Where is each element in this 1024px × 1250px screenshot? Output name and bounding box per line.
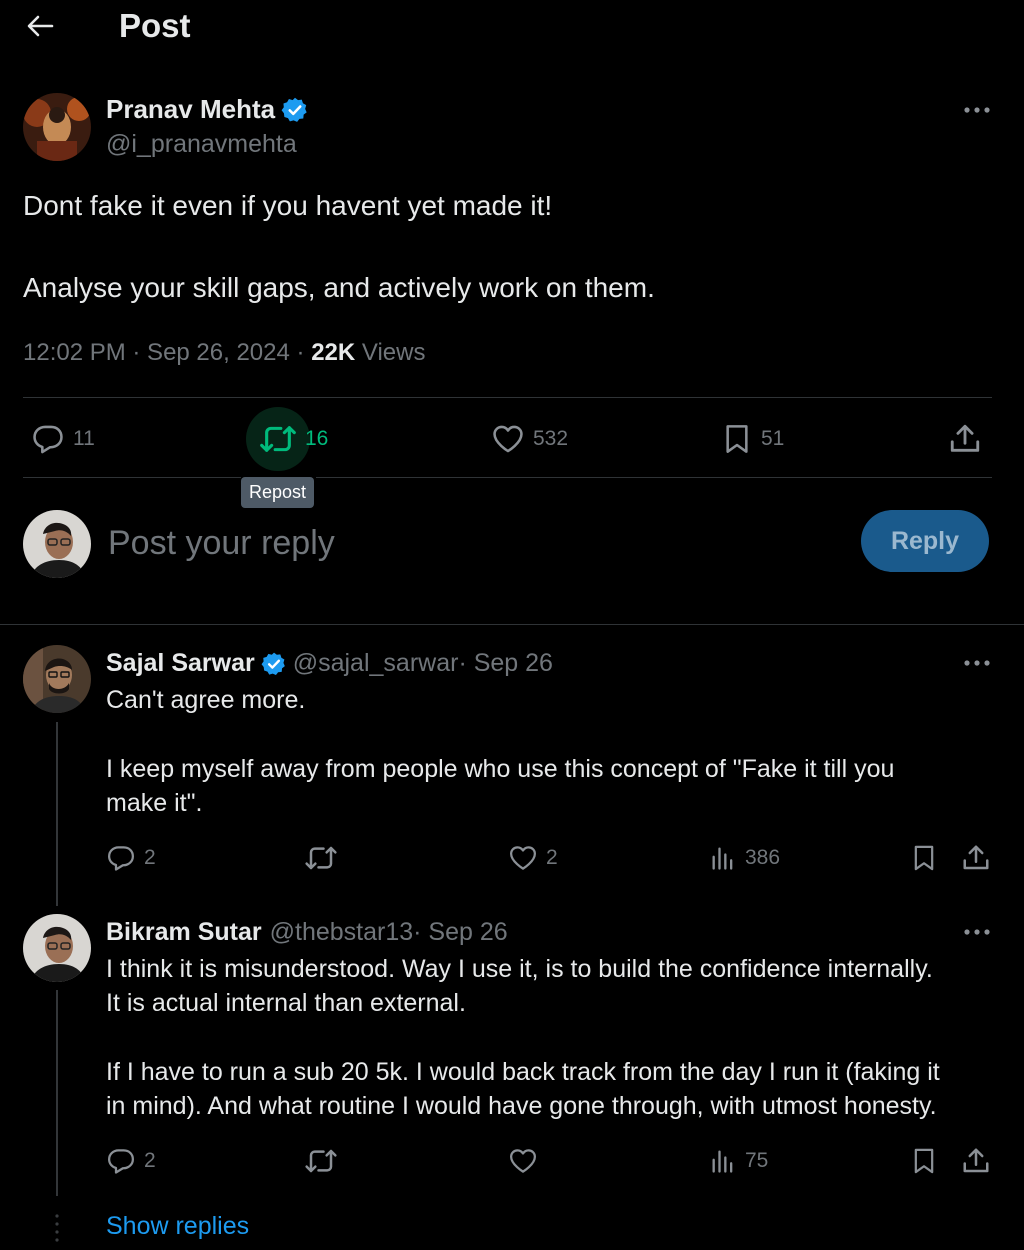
like-count: 532 [533, 427, 569, 450]
verified-badge-icon [261, 652, 285, 675]
views-count: 75 [745, 1149, 769, 1172]
reply-avatar-image [23, 645, 91, 713]
reply-count: 2 [144, 1149, 156, 1172]
reply-text-line: If I have to run a sub 20 5k. I would ba… [106, 1058, 940, 1086]
bookmark-action[interactable]: 51 [721, 422, 784, 456]
bookmark-icon [726, 425, 748, 453]
reply-views-action[interactable]: 386 [709, 843, 780, 873]
more-options-button[interactable] [960, 98, 994, 122]
reply-date[interactable]: · Sep 26 [413, 918, 508, 947]
reply-text-line: It is actual internal than external. [106, 989, 466, 1017]
reply-more-button[interactable] [960, 651, 994, 675]
reply-share-action[interactable] [961, 1146, 991, 1176]
views-count: 22K [311, 339, 356, 366]
heart-icon [510, 846, 536, 870]
reply-count: 11 [73, 427, 95, 450]
more-dots-icon [964, 929, 990, 935]
post-time[interactable]: 12:02 PM · Sep 26, 2024 · [23, 339, 311, 366]
reply-input[interactable] [108, 518, 668, 568]
reply-author-handle[interactable]: @thebstar13 [270, 918, 414, 947]
share-icon [963, 845, 989, 870]
reply-author-handle[interactable]: @sajal_sarwar [293, 649, 459, 678]
reply-count: 2 [144, 846, 156, 869]
share-icon [963, 1148, 989, 1173]
show-replies-link[interactable]: Show replies [106, 1212, 249, 1241]
back-button[interactable] [22, 10, 58, 42]
thread-dots [53, 1212, 61, 1246]
reply-author-name[interactable]: Sajal Sarwar [106, 649, 255, 678]
reply-icon [33, 425, 63, 454]
bookmark-count: 51 [761, 427, 785, 450]
reply-text-line: I think it is misunderstood. Way I use i… [106, 955, 933, 983]
reply-text-line: in mind). And what routine I would have … [106, 1092, 937, 1120]
reply-views-action[interactable]: 75 [709, 1146, 768, 1176]
repost-tooltip: Repost [241, 477, 315, 508]
heart-icon [493, 425, 523, 453]
vertical-dots-icon [55, 1214, 59, 1242]
reply-more-button[interactable] [960, 920, 994, 944]
reply-reply-action[interactable]: 2 [106, 843, 156, 873]
more-dots-icon [964, 107, 990, 113]
bookmark-icon [914, 845, 934, 871]
repost-count: 16 [305, 427, 329, 450]
analytics-icon [712, 847, 733, 870]
reply-like-action[interactable] [508, 1146, 538, 1176]
post-timestamp: 12:02 PM · Sep 26, 2024 · 22K Views [23, 339, 425, 367]
reply-reply-action[interactable]: 2 [106, 1146, 156, 1176]
repost-action[interactable]: 16 [259, 422, 328, 456]
author-handle[interactable]: @i_pranavmehta [106, 130, 297, 159]
reply-action[interactable]: 11 [31, 422, 95, 456]
like-count: 2 [546, 846, 558, 869]
heart-icon [510, 1149, 536, 1173]
reply-author-name[interactable]: Bikram Sutar [106, 918, 262, 947]
post-text-line-2: Analyse your skill gaps, and actively wo… [23, 272, 655, 303]
reply-share-action[interactable] [961, 843, 991, 873]
repost-icon [260, 426, 296, 452]
thread-line [56, 722, 58, 906]
author-avatar-image [23, 93, 91, 161]
reply-button[interactable]: Reply [861, 510, 989, 572]
verified-badge-icon [281, 97, 307, 122]
user-avatar-image [23, 510, 91, 578]
page-title: Post [119, 7, 191, 44]
author-avatar[interactable] [23, 93, 91, 161]
bookmark-icon [914, 1148, 934, 1174]
share-action[interactable] [948, 422, 982, 456]
reply-text-para-1: Can't agree more. [106, 686, 306, 714]
reply-text-line: I keep myself away from people who use t… [106, 755, 895, 783]
reply-avatar-image [23, 914, 91, 982]
post-text-line-1: Dont fake it even if you havent yet made… [23, 190, 553, 221]
reply-repost-action[interactable] [304, 1146, 338, 1176]
reply-repost-action[interactable] [304, 843, 338, 873]
share-icon [950, 424, 980, 452]
divider [0, 624, 1024, 625]
reply-icon [108, 846, 134, 871]
divider [316, 477, 992, 478]
views-count: 386 [745, 846, 781, 869]
reply-avatar[interactable] [23, 914, 91, 982]
reply-icon [108, 1149, 134, 1174]
reply-bookmark-action[interactable] [910, 1146, 938, 1176]
reply-like-action[interactable]: 2 [508, 843, 558, 873]
repost-icon [305, 1149, 337, 1173]
analytics-icon [712, 1150, 733, 1173]
author-name[interactable]: Pranav Mehta [106, 94, 275, 125]
views-label: Views [355, 339, 426, 366]
reply-date[interactable]: · Sep 26 [458, 649, 553, 678]
thread-line [56, 990, 58, 1196]
divider [23, 477, 241, 478]
back-arrow-icon [27, 15, 54, 37]
repost-icon [305, 846, 337, 870]
reply-bookmark-action[interactable] [910, 843, 938, 873]
divider [23, 397, 992, 398]
more-dots-icon [964, 660, 990, 666]
user-avatar[interactable] [23, 510, 91, 578]
reply-avatar[interactable] [23, 645, 91, 713]
like-action[interactable]: 532 [491, 422, 568, 456]
reply-text-line: make it". [106, 789, 203, 817]
